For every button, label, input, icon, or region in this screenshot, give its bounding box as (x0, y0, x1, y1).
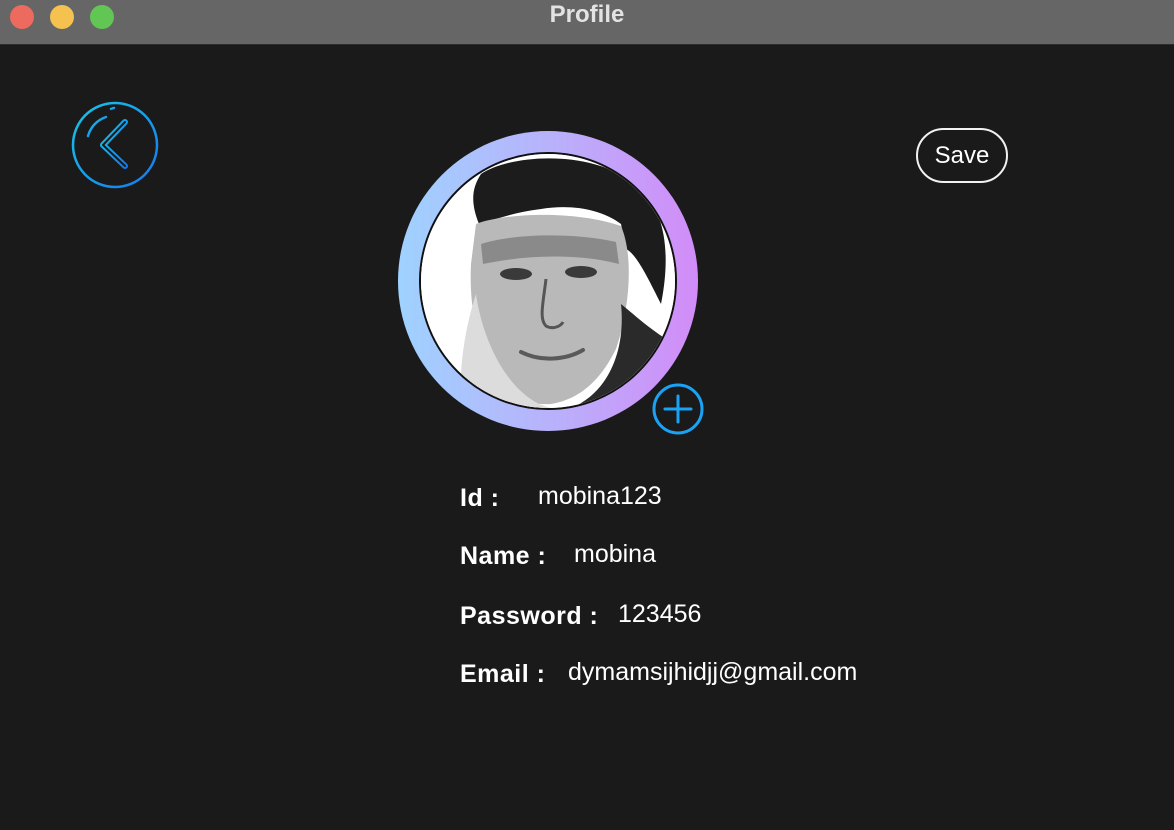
password-value[interactable]: 123456 (618, 600, 701, 629)
id-value[interactable]: mobina123 (538, 482, 662, 511)
name-label: Name : (460, 542, 547, 570)
back-button[interactable] (70, 100, 160, 190)
profile-photo (419, 152, 677, 410)
window-title: Profile (549, 1, 625, 28)
plus-circle-icon (652, 383, 704, 435)
profile-window: Profile Save Id: mobina123 Name: mobin… (0, 0, 1174, 830)
profile-photo-portrait (421, 154, 675, 408)
chevron-left-circle-icon (71, 101, 159, 189)
name-value[interactable]: mobina (574, 540, 656, 569)
add-photo-button[interactable] (652, 383, 704, 435)
id-label: Id : (460, 484, 500, 512)
password-label: Password : (460, 602, 599, 630)
email-label: Email : (460, 660, 546, 688)
title-bar: Profile (0, 0, 1174, 45)
save-button[interactable]: Save (916, 128, 1008, 183)
email-value[interactable]: dymamsijhidjj@gmail.com (568, 658, 857, 687)
